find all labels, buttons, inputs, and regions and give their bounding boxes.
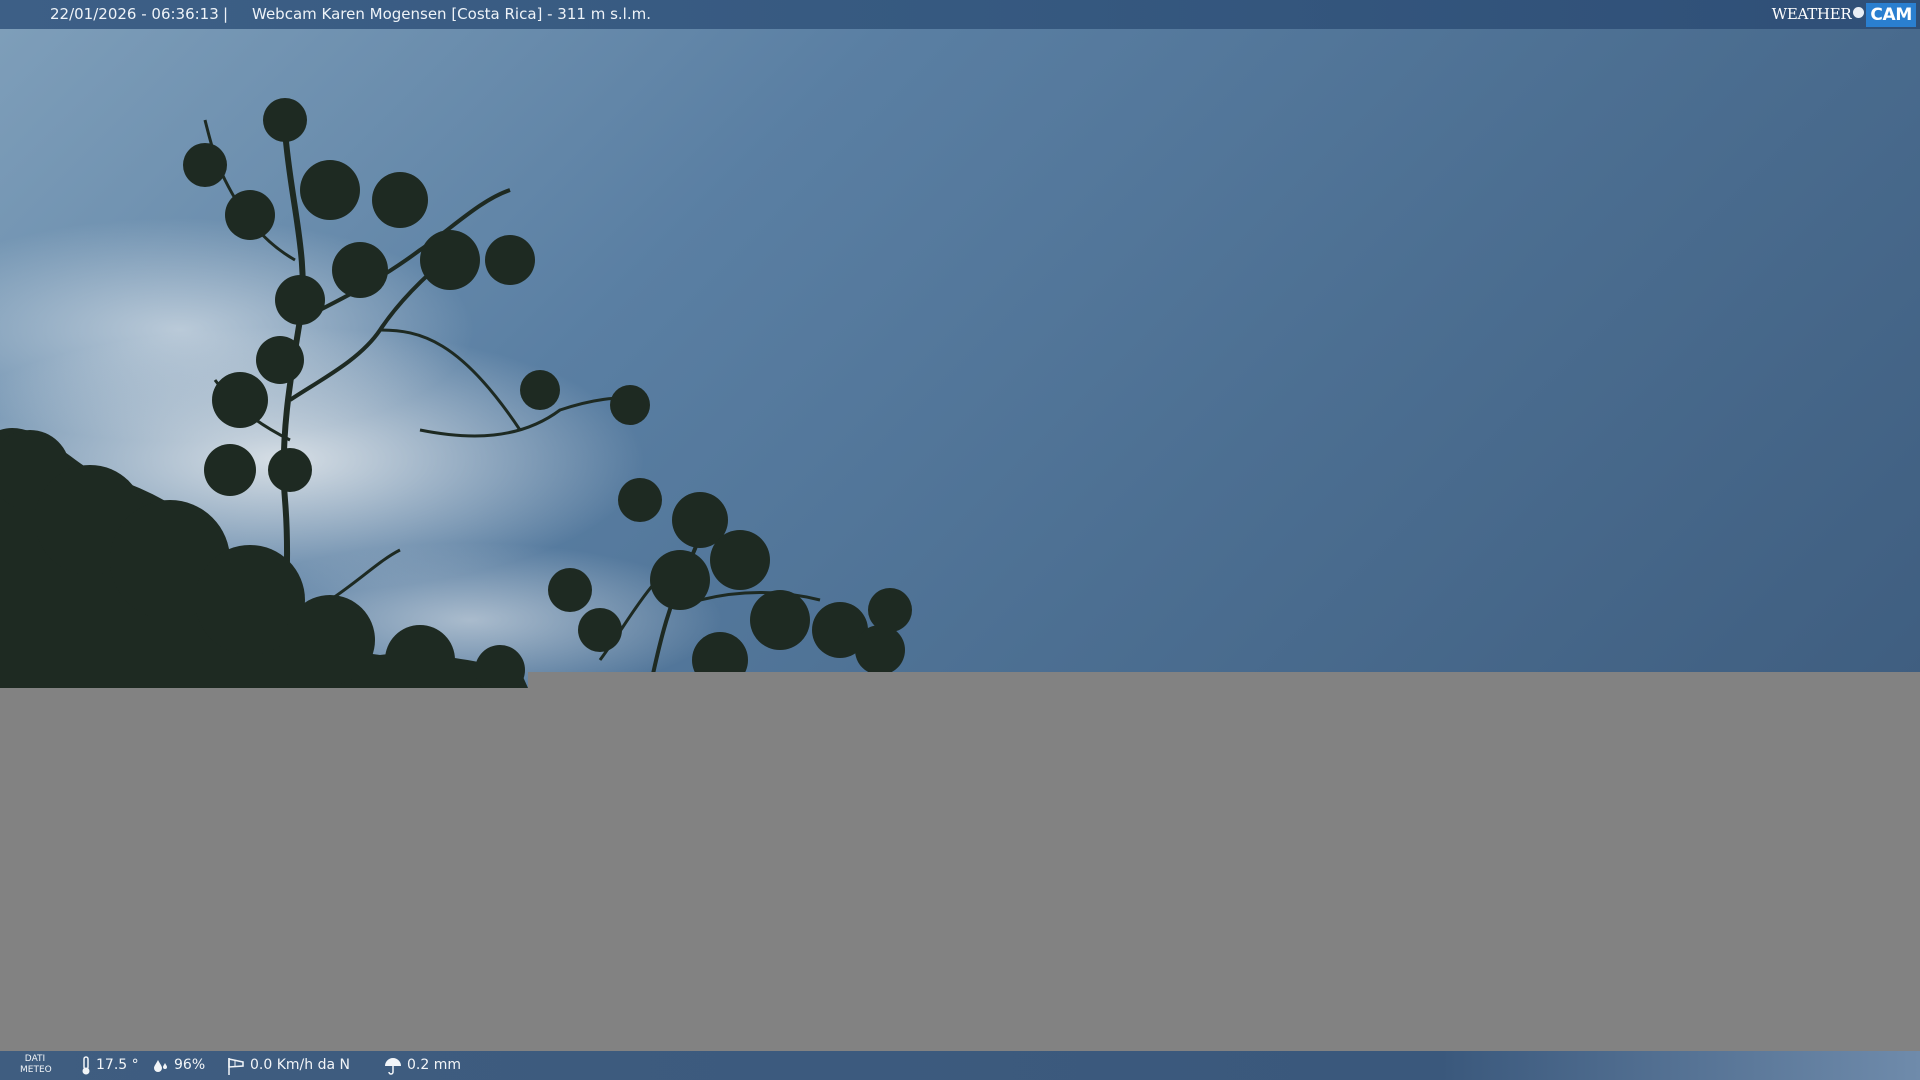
wind-value: 0.0 Km/h da N — [250, 1057, 350, 1073]
separator: | — [223, 5, 229, 23]
humidity-drops-icon — [154, 1059, 167, 1072]
webcam-title: Webcam Karen Mogensen [Costa Rica] - 311… — [252, 5, 651, 23]
weather-data-label: DATI METEO — [20, 1054, 52, 1075]
logo-weather-text: WEATHER — [1771, 5, 1852, 23]
logo-dot-icon — [1853, 7, 1865, 18]
wind-readout: 0.0 Km/h da N — [226, 1051, 350, 1080]
humidity-value: 96% — [174, 1057, 206, 1073]
rain-readout: 0.2 mm — [383, 1051, 461, 1080]
temperature-readout: 17.5 ° — [80, 1051, 139, 1080]
tree-silhouettes — [0, 98, 912, 688]
wind-sock-icon — [228, 1057, 244, 1075]
rain-umbrella-icon — [385, 1057, 401, 1075]
webcam-info-bar: 22/01/2026 - 06:36:13 | Webcam Karen Mog… — [0, 0, 1920, 29]
image-gray-lower — [0, 688, 1920, 1052]
weather-data-bar: DATI METEO 17.5 ° 96% 0.0 Km/h da N 0.2 … — [0, 1051, 1920, 1080]
temperature-value: 17.5 ° — [96, 1057, 139, 1073]
weathercam-logo: WEATHER CAM — [1772, 2, 1916, 27]
timestamp: 22/01/2026 - 06:36:13 — [50, 5, 219, 23]
logo-cam-text: CAM — [1866, 2, 1916, 27]
thermometer-icon — [82, 1055, 90, 1074]
rain-value: 0.2 mm — [407, 1057, 461, 1073]
humidity-readout: 96% — [152, 1051, 205, 1080]
